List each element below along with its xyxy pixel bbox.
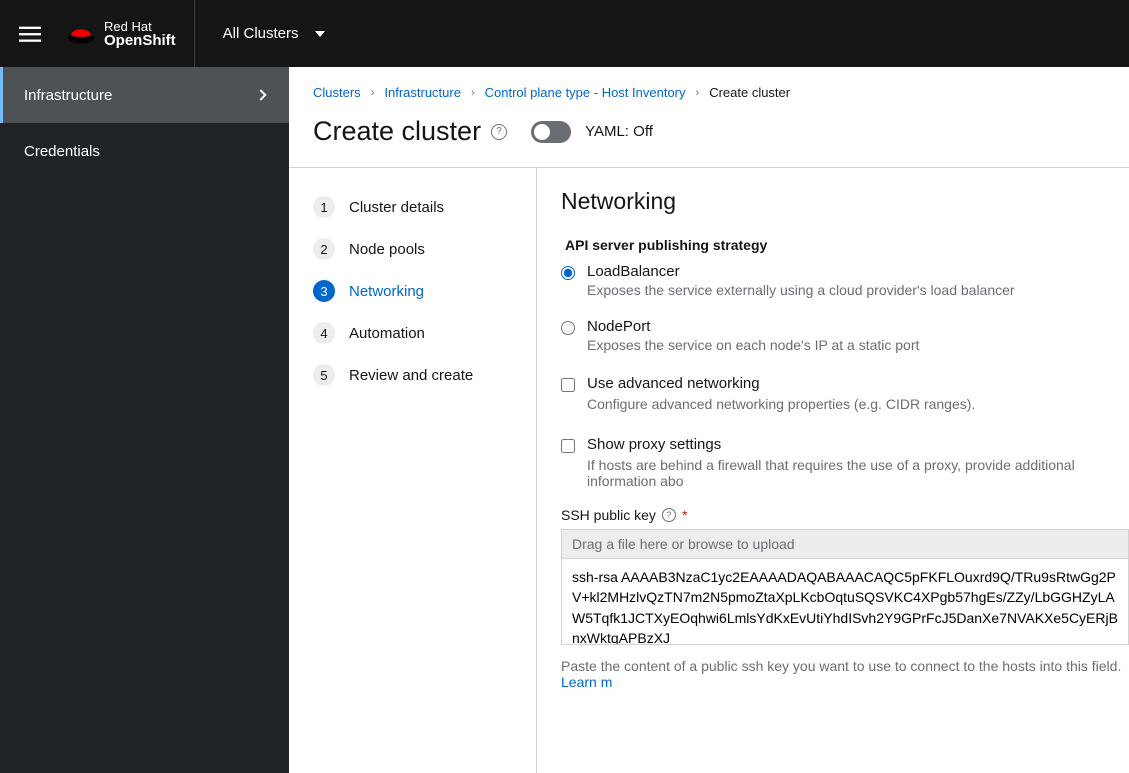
step-number: 5 — [313, 364, 335, 386]
step-label: Node pools — [349, 241, 425, 258]
redhat-fedora-icon — [66, 23, 96, 45]
radio-option-nodeport[interactable]: NodePort Exposes the service on each nod… — [561, 314, 1129, 369]
step-label: Automation — [349, 325, 425, 342]
radio-label: LoadBalancer — [587, 263, 1015, 280]
brand-text-top: Red Hat — [104, 20, 176, 33]
ssh-hint-text: Paste the content of a public ssh key yo… — [561, 658, 1121, 674]
checkbox-proxy-settings-input[interactable] — [561, 439, 575, 453]
learn-more-link[interactable]: Learn m — [561, 674, 612, 690]
chevron-down-icon — [315, 31, 325, 37]
yaml-toggle-label: YAML: Off — [585, 123, 653, 140]
cluster-selector-label: All Clusters — [223, 25, 299, 42]
wizard-step-automation[interactable]: 4 Automation — [289, 312, 536, 354]
sidebar-item-label: Credentials — [24, 143, 100, 160]
wizard-step-node-pools[interactable]: 2 Node pools — [289, 228, 536, 270]
step-label: Networking — [349, 283, 424, 300]
brand-text-bottom: OpenShift — [104, 33, 176, 48]
checkbox-advanced-networking[interactable]: Use advanced networking — [561, 369, 1129, 396]
breadcrumb-link-control-plane[interactable]: Control plane type - Host Inventory — [485, 85, 686, 100]
chevron-right-icon: › — [696, 87, 700, 99]
api-strategy-group-label: API server publishing strategy — [561, 237, 1129, 253]
ssh-field-label: SSH public key — [561, 507, 656, 523]
step-label: Cluster details — [349, 199, 444, 216]
sidebar-nav: Infrastructure Credentials — [0, 67, 289, 773]
wizard-step-review[interactable]: 5 Review and create — [289, 354, 536, 396]
page-title: Create cluster — [313, 116, 481, 147]
sidebar-item-credentials[interactable]: Credentials — [0, 123, 289, 179]
step-number: 1 — [313, 196, 335, 218]
step-number: 3 — [313, 280, 335, 302]
checkbox-advanced-networking-input[interactable] — [561, 378, 575, 392]
breadcrumb: Clusters › Infrastructure › Control plan… — [313, 85, 1105, 100]
step-label: Review and create — [349, 367, 473, 384]
breadcrumb-link-infrastructure[interactable]: Infrastructure — [384, 85, 461, 100]
brand-logo[interactable]: Red Hat OpenShift — [60, 0, 195, 67]
chevron-right-icon: › — [471, 87, 475, 99]
chevron-right-icon — [255, 89, 266, 100]
required-asterisk: * — [682, 507, 687, 523]
radio-label: NodePort — [587, 318, 919, 335]
step-number: 4 — [313, 322, 335, 344]
breadcrumb-current: Create cluster — [709, 85, 790, 100]
help-icon[interactable]: ? — [491, 124, 507, 140]
chevron-right-icon: › — [371, 87, 375, 99]
help-icon[interactable]: ? — [662, 508, 676, 522]
radio-loadbalancer[interactable] — [561, 266, 575, 280]
radio-nodeport[interactable] — [561, 321, 575, 335]
form-section-title: Networking — [561, 188, 1129, 215]
cluster-selector-dropdown[interactable]: All Clusters — [195, 0, 353, 67]
breadcrumb-link-clusters[interactable]: Clusters — [313, 85, 361, 100]
checkbox-proxy-settings[interactable]: Show proxy settings — [561, 430, 1129, 457]
wizard-steps-nav: 1 Cluster details 2 Node pools 3 Network… — [289, 168, 537, 773]
ssh-public-key-input[interactable] — [561, 559, 1129, 645]
step-number: 2 — [313, 238, 335, 260]
checkbox-label: Show proxy settings — [587, 436, 721, 453]
radio-description: Exposes the service on each node's IP at… — [587, 337, 919, 353]
hamburger-menu-button[interactable] — [0, 23, 60, 45]
ssh-dropzone[interactable]: Drag a file here or browse to upload — [561, 529, 1129, 559]
hamburger-icon — [19, 23, 41, 45]
yaml-toggle-switch[interactable] — [531, 121, 571, 143]
wizard-step-cluster-details[interactable]: 1 Cluster details — [289, 186, 536, 228]
checkbox-description: If hosts are behind a firewall that requ… — [561, 457, 1129, 489]
sidebar-item-label: Infrastructure — [24, 87, 112, 104]
sidebar-item-infrastructure[interactable]: Infrastructure — [0, 67, 289, 123]
checkbox-description: Configure advanced networking properties… — [561, 396, 1129, 412]
radio-description: Exposes the service externally using a c… — [587, 282, 1015, 298]
wizard-step-networking[interactable]: 3 Networking — [289, 270, 536, 312]
checkbox-label: Use advanced networking — [587, 375, 760, 392]
radio-option-loadbalancer[interactable]: LoadBalancer Exposes the service externa… — [561, 259, 1129, 314]
